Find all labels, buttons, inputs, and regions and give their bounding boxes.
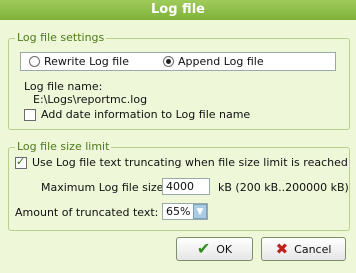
log-file-name-label: Log file name: (24, 80, 103, 93)
append-radio-label: Append Log file (178, 55, 264, 68)
truncate-checkbox[interactable] (15, 155, 27, 169)
add-date-label: Add date information to Log file name (41, 108, 251, 121)
ok-label: OK (216, 242, 233, 256)
truncated-amount-label: Amount of truncated text: (15, 206, 159, 219)
check-icon: ✔ (196, 239, 211, 258)
cancel-label: Cancel (294, 242, 332, 256)
truncated-amount-value: 65% (166, 205, 191, 218)
append-radio[interactable]: Append Log file (163, 55, 264, 68)
append-radio-circle[interactable] (163, 56, 174, 67)
cancel-button[interactable]: ✖ Cancel (261, 237, 346, 261)
max-size-input[interactable]: 4000 (162, 178, 210, 195)
size-limit-legend: Log file size limit (15, 140, 112, 153)
rewrite-radio-label: Rewrite Log file (44, 55, 129, 68)
log-file-settings-legend: Log file settings (15, 31, 107, 44)
log-file-dialog: Log file Log file settings Rewrite Log f… (0, 0, 356, 273)
truncate-label: Use Log file text truncating when file s… (32, 156, 348, 169)
ok-button[interactable]: ✔ OK (176, 237, 253, 261)
log-file-name-value: E:\Logs\reportmc.log (33, 93, 148, 106)
window-title: Log file (0, 0, 356, 20)
chevron-down-icon[interactable]: ▼ (193, 204, 207, 219)
cancel-x-icon: ✖ (275, 240, 289, 258)
rewrite-radio-circle[interactable] (29, 56, 40, 67)
write-mode-radio-group: Rewrite Log file Append Log file (20, 52, 336, 71)
rewrite-radio[interactable]: Rewrite Log file (29, 55, 129, 68)
max-size-label: Maximum Log file size: (41, 181, 168, 194)
add-date-checkbox-row[interactable]: Add date information to Log file name (24, 108, 250, 121)
max-size-unit: kB (200 kB..200000 kB) (218, 181, 349, 194)
add-date-checkbox[interactable] (24, 108, 36, 121)
truncate-checkbox-row[interactable]: Use Log file text truncating when file s… (15, 155, 348, 169)
